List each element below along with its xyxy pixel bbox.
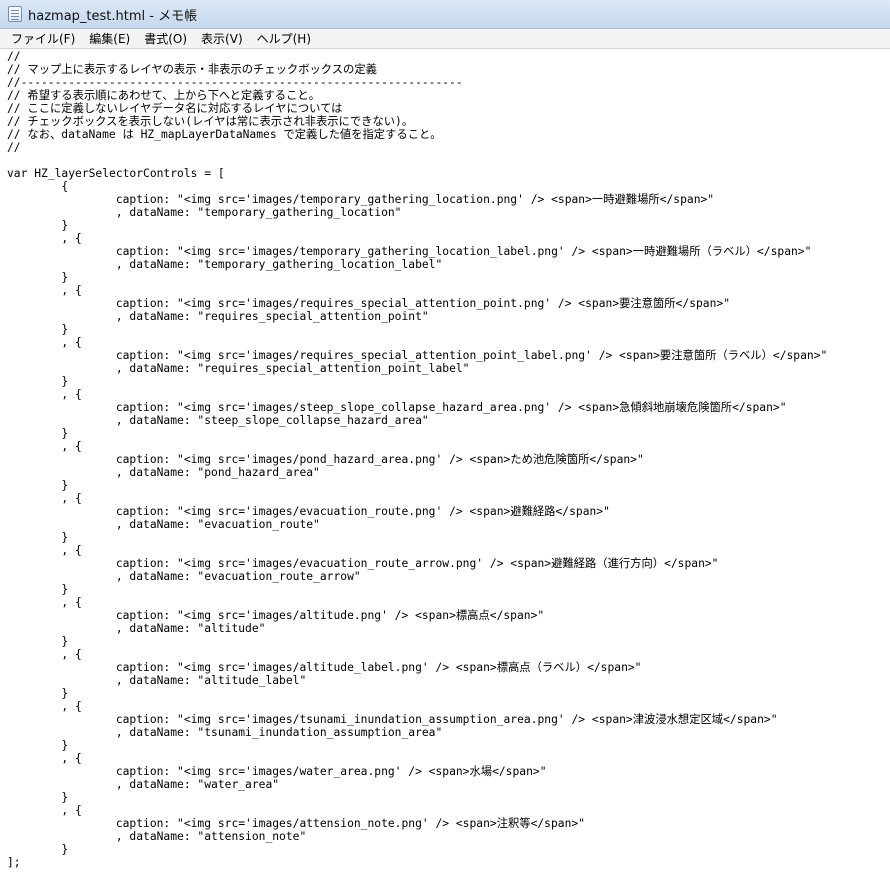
code-line: , dataName: "temporary_gathering_locatio… bbox=[7, 206, 402, 219]
code-line: // なお、dataName は HZ_mapLayerDataNames で定… bbox=[7, 128, 442, 141]
code-line: // bbox=[7, 141, 21, 154]
code-line: caption: "<img src='images/water_area.pn… bbox=[7, 765, 547, 778]
code-line: , dataName: "altitude" bbox=[7, 622, 266, 635]
code-text: //// マップ上に表示するレイヤの表示・非表示のチェックボックスの定義//--… bbox=[0, 50, 890, 869]
code-line: //--------------------------------------… bbox=[7, 76, 463, 89]
code-line: // チェックボックスを表示しない(レイヤは常に表示され非表示にできない)。 bbox=[7, 115, 414, 128]
code-line: // 希望する表示順にあわせて、上から下へと定義すること。 bbox=[7, 89, 320, 102]
menu-bar: ファイル(F) 編集(E) 書式(O) 表示(V) ヘルプ(H) bbox=[0, 29, 890, 49]
code-line: // マップ上に表示するレイヤの表示・非表示のチェックボックスの定義 bbox=[7, 63, 377, 76]
code-line: caption: "<img src='images/altitude_labe… bbox=[7, 661, 642, 674]
code-line: , dataName: "evacuation_route_arrow" bbox=[7, 570, 361, 583]
code-line: } bbox=[7, 219, 69, 232]
code-line: } bbox=[7, 583, 69, 596]
code-line: , { bbox=[7, 596, 82, 609]
title-bar[interactable]: hazmap_test.html - メモ帳 bbox=[0, 0, 890, 29]
code-line: } bbox=[7, 635, 69, 648]
code-line: } bbox=[7, 427, 69, 440]
code-line: // ここに定義しないレイヤデータ名に対応するレイヤについては bbox=[7, 102, 343, 115]
code-line: // bbox=[7, 50, 21, 63]
menu-help[interactable]: ヘルプ(H) bbox=[250, 30, 318, 48]
menu-format[interactable]: 書式(O) bbox=[137, 30, 194, 48]
text-editor-area[interactable]: //// マップ上に表示するレイヤの表示・非表示のチェックボックスの定義//--… bbox=[0, 50, 890, 876]
code-line: , dataName: "requires_special_attention_… bbox=[7, 362, 470, 375]
code-line: , { bbox=[7, 336, 82, 349]
code-line: } bbox=[7, 687, 69, 700]
code-line: { bbox=[7, 180, 69, 193]
code-line: caption: "<img src='images/requires_spec… bbox=[7, 297, 731, 310]
menu-edit[interactable]: 編集(E) bbox=[82, 30, 137, 48]
code-line: , dataName: "water_area" bbox=[7, 778, 280, 791]
code-line: , dataName: "tsunami_inundation_assumpti… bbox=[7, 726, 443, 739]
code-line: } bbox=[7, 323, 69, 336]
code-line: , { bbox=[7, 388, 82, 401]
code-line: caption: "<img src='images/temporary_gat… bbox=[7, 245, 812, 258]
code-line: caption: "<img src='images/altitude.png'… bbox=[7, 609, 545, 622]
menu-file[interactable]: ファイル(F) bbox=[4, 30, 82, 48]
code-line: ]; bbox=[7, 856, 21, 869]
code-line: } bbox=[7, 843, 69, 856]
code-line: var HZ_layerSelectorControls = [ bbox=[7, 167, 225, 180]
code-line: , { bbox=[7, 544, 82, 557]
code-line: , dataName: "pond_hazard_area" bbox=[7, 466, 320, 479]
code-line: caption: "<img src='images/evacuation_ro… bbox=[7, 557, 719, 570]
code-line: , { bbox=[7, 440, 82, 453]
code-line: , { bbox=[7, 700, 82, 713]
notepad-window: hazmap_test.html - メモ帳 ファイル(F) 編集(E) 書式(… bbox=[0, 0, 890, 876]
code-line: caption: "<img src='images/pond_hazard_a… bbox=[7, 453, 644, 466]
code-line: , dataName: "temporary_gathering_locatio… bbox=[7, 258, 443, 271]
code-line: } bbox=[7, 271, 69, 284]
code-line: } bbox=[7, 791, 69, 804]
menu-view[interactable]: 表示(V) bbox=[194, 30, 250, 48]
code-line: , { bbox=[7, 232, 82, 245]
notepad-app-icon[interactable] bbox=[8, 6, 22, 22]
window-title: hazmap_test.html - メモ帳 bbox=[28, 8, 198, 24]
code-line: , dataName: "attension_note" bbox=[7, 830, 307, 843]
code-line: , dataName: "steep_slope_collapse_hazard… bbox=[7, 414, 429, 427]
code-line: , { bbox=[7, 492, 82, 505]
code-line: , dataName: "evacuation_route" bbox=[7, 518, 320, 531]
code-line: } bbox=[7, 739, 69, 752]
code-line: , { bbox=[7, 804, 82, 817]
code-line: , { bbox=[7, 752, 82, 765]
code-line: caption: "<img src='images/evacuation_ro… bbox=[7, 505, 610, 518]
code-line: , { bbox=[7, 648, 82, 661]
code-line: } bbox=[7, 375, 69, 388]
code-line: , { bbox=[7, 284, 82, 297]
code-line: , dataName: "altitude_label" bbox=[7, 674, 307, 687]
code-line: } bbox=[7, 479, 69, 492]
code-line: caption: "<img src='images/tsunami_inund… bbox=[7, 713, 778, 726]
code-line: } bbox=[7, 531, 69, 544]
code-line: caption: "<img src='images/temporary_gat… bbox=[7, 193, 715, 206]
code-line: caption: "<img src='images/requires_spec… bbox=[7, 349, 828, 362]
code-line: caption: "<img src='images/steep_slope_c… bbox=[7, 401, 787, 414]
code-line: , dataName: "requires_special_attention_… bbox=[7, 310, 429, 323]
code-line: caption: "<img src='images/attension_not… bbox=[7, 817, 585, 830]
